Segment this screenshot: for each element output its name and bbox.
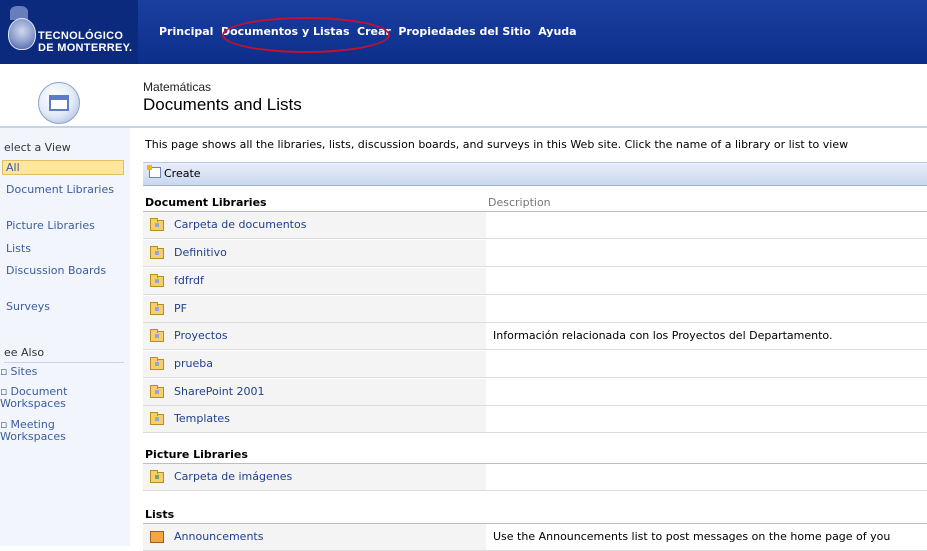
toolbar: Create bbox=[143, 162, 927, 186]
nav-ayuda[interactable]: Ayuda bbox=[538, 25, 576, 38]
see-also-document-workspaces[interactable]: ▫ Document Workspaces bbox=[0, 386, 118, 410]
new-item-icon bbox=[147, 165, 161, 178]
list-item[interactable]: Announcements Use the Announcements list… bbox=[143, 524, 927, 551]
select-a-view-heading: elect a View bbox=[4, 141, 71, 154]
list-item[interactable]: PF bbox=[143, 296, 927, 323]
view-surveys[interactable]: Surveys bbox=[6, 301, 118, 313]
see-also-meeting-workspaces[interactable]: ▫ Meeting Workspaces bbox=[0, 419, 118, 443]
window-icon bbox=[49, 95, 69, 111]
document-library-icon bbox=[150, 302, 164, 315]
view-all[interactable]: All bbox=[6, 162, 118, 174]
logo-text-line2: DE MONTERREY. bbox=[38, 42, 133, 54]
view-discussion-boards[interactable]: Discussion Boards bbox=[6, 265, 118, 277]
see-also-sites-label: Sites bbox=[10, 365, 38, 378]
nav-principal[interactable]: Principal bbox=[159, 25, 213, 38]
document-library-icon bbox=[150, 246, 164, 259]
top-navigation-bar: TECNOLÓGICO DE MONTERREY. Principal Docu… bbox=[0, 0, 927, 64]
list-link[interactable]: Announcements bbox=[174, 530, 263, 543]
page-title: Documents and Lists bbox=[143, 95, 302, 114]
list-item[interactable]: Proyectos Información relacionada con lo… bbox=[143, 323, 927, 350]
view-document-libraries[interactable]: Document Libraries bbox=[6, 184, 118, 196]
list-item[interactable]: SharePoint 2001 bbox=[143, 379, 927, 406]
document-library-icon bbox=[150, 412, 164, 425]
document-library-icon bbox=[150, 357, 164, 370]
list-item[interactable]: Carpeta de documentos bbox=[143, 212, 927, 239]
library-link[interactable]: Definitivo bbox=[174, 246, 227, 259]
left-navigation: elect a View All Document Libraries Pict… bbox=[0, 128, 130, 546]
list-description: Use the Announcements list to post messa… bbox=[493, 530, 891, 543]
view-picture-libraries[interactable]: Picture Libraries bbox=[6, 220, 118, 232]
header-divider bbox=[0, 126, 927, 128]
document-library-icon bbox=[150, 274, 164, 287]
see-also-divider bbox=[4, 362, 124, 363]
document-libraries-heading: Document Libraries bbox=[145, 196, 267, 209]
see-also-sites[interactable]: ▫ Sites bbox=[0, 366, 118, 378]
document-library-icon bbox=[150, 218, 164, 231]
library-link[interactable]: Carpeta de imágenes bbox=[174, 470, 292, 483]
library-link[interactable]: PF bbox=[174, 302, 187, 315]
name-cell bbox=[143, 296, 486, 322]
picture-libraries-heading: Picture Libraries bbox=[145, 448, 248, 461]
library-link[interactable]: Carpeta de documentos bbox=[174, 218, 306, 231]
library-description: Información relacionada con los Proyecto… bbox=[493, 329, 833, 342]
bullet-icon: ▫ bbox=[0, 365, 8, 378]
tec-de-monterrey-logo[interactable]: TECNOLÓGICO DE MONTERREY. bbox=[0, 0, 138, 64]
see-also-heading: ee Also bbox=[4, 346, 45, 359]
create-button[interactable]: Create bbox=[147, 165, 201, 180]
see-also-meeting-workspaces-label: Meeting Workspaces bbox=[0, 418, 66, 443]
site-name[interactable]: Matemáticas bbox=[143, 80, 211, 94]
see-also-document-workspaces-label: Document Workspaces bbox=[0, 385, 68, 410]
create-label: Create bbox=[164, 167, 201, 180]
intro-text: This page shows all the libraries, lists… bbox=[145, 138, 849, 151]
list-item[interactable]: Carpeta de imágenes bbox=[143, 464, 927, 491]
logo-seal-icon bbox=[8, 18, 36, 50]
announcements-icon bbox=[150, 531, 164, 543]
document-library-icon bbox=[150, 329, 164, 342]
site-icon bbox=[38, 82, 80, 124]
list-item[interactable]: fdfrdf bbox=[143, 268, 927, 295]
list-item[interactable]: prueba bbox=[143, 351, 927, 378]
library-link[interactable]: prueba bbox=[174, 357, 213, 370]
view-lists[interactable]: Lists bbox=[6, 243, 118, 255]
library-link[interactable]: Templates bbox=[174, 412, 230, 425]
lists-heading: Lists bbox=[145, 508, 175, 521]
highlight-annotation-circle bbox=[222, 17, 390, 53]
document-library-icon bbox=[150, 385, 164, 398]
logo-text-line1: TECNOLÓGICO bbox=[38, 30, 124, 42]
description-column-header: Description bbox=[488, 196, 551, 209]
nav-propiedades-del-sitio[interactable]: Propiedades del Sitio bbox=[398, 25, 530, 38]
library-link[interactable]: SharePoint 2001 bbox=[174, 385, 265, 398]
library-link[interactable]: Proyectos bbox=[174, 329, 228, 342]
list-item[interactable]: Definitivo bbox=[143, 240, 927, 267]
library-link[interactable]: fdfrdf bbox=[174, 274, 204, 287]
picture-library-icon bbox=[150, 470, 164, 483]
list-item[interactable]: Templates bbox=[143, 406, 927, 433]
